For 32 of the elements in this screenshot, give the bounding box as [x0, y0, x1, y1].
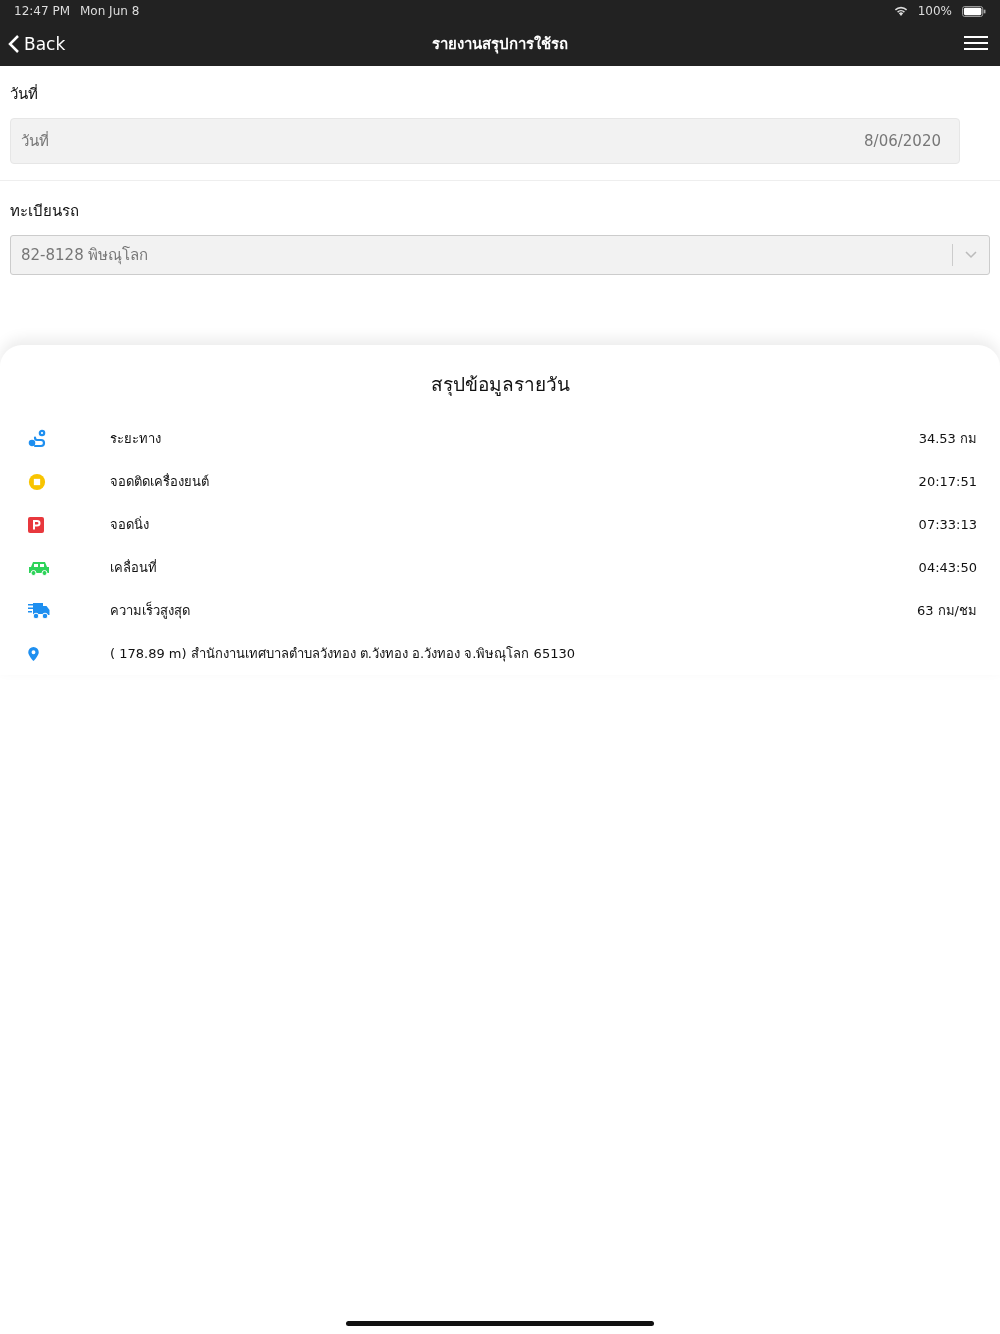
row-value: 07:33:13 — [918, 517, 977, 532]
pin-icon — [28, 646, 39, 661]
row-label: ความเร็วสูงสุด — [110, 603, 190, 618]
vehicle-dropdown[interactable]: 82-8128 พิษณุโลก — [10, 235, 990, 275]
chevron-down-icon — [965, 251, 977, 259]
row-label: ระยะทาง — [110, 431, 161, 446]
chevron-left-icon — [8, 34, 20, 54]
status-time: 12:47 PM — [14, 4, 70, 18]
row-value: 20:17:51 — [918, 474, 977, 489]
status-date: Mon Jun 8 — [80, 4, 140, 18]
page-title: รายงานสรุปการใช้รถ — [432, 34, 568, 56]
route-icon — [28, 428, 48, 449]
row-label: จอดติดเครื่องยนต์ — [110, 474, 209, 489]
row-value: 34.53 กม — [918, 430, 977, 448]
menu-icon — [964, 34, 988, 51]
row-label: จอดนิ่ง — [110, 517, 149, 532]
date-field[interactable]: วันที่ 8/06/2020 — [10, 118, 960, 164]
row-value: 04:43:50 — [918, 560, 977, 575]
car-icon — [28, 559, 50, 576]
truck-icon — [28, 601, 50, 620]
stop-icon — [28, 472, 46, 491]
battery-percent: 100% — [917, 4, 952, 18]
wifi-icon — [893, 5, 908, 17]
row-value: 63 กม/ชม — [916, 602, 977, 620]
summary-title: สรุปข้อมูลรายวัน — [430, 372, 570, 398]
row-label: ( 178.89 m) สำนักงานเทศบาลตำบลวังทอง ต.วังทอง อ.วังทอง จ.พิษณุโลก 65130 — [110, 646, 575, 661]
field-label: ทะเบียนรถ — [10, 201, 79, 222]
parking-icon — [28, 516, 44, 533]
battery-icon — [962, 5, 986, 17]
back-button[interactable]: Back — [8, 34, 66, 54]
row-label: เคลื่อนที่ — [110, 560, 157, 575]
field-label: วันที่ — [10, 83, 38, 105]
